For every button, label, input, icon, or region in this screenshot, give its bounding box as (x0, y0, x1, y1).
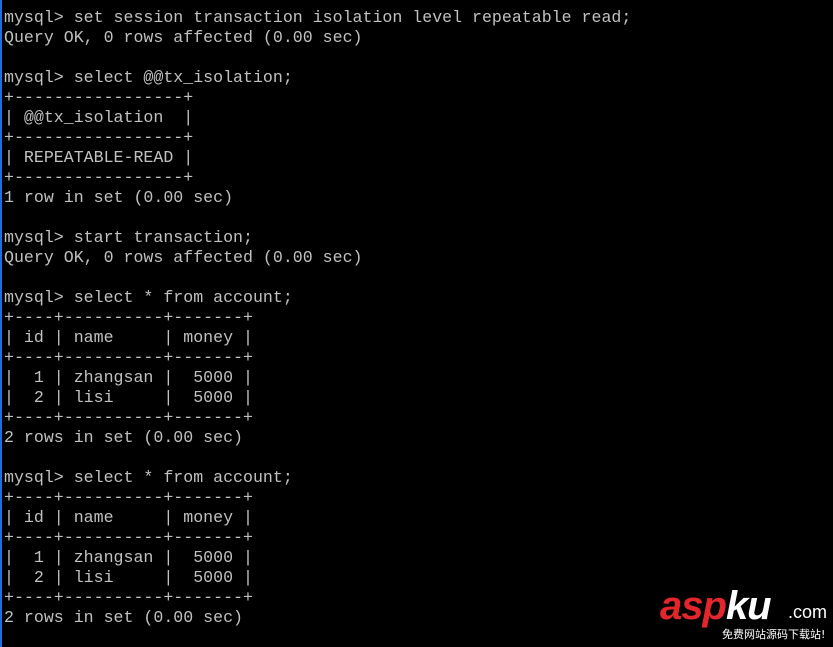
terminal-line: +----+----------+-------+ (4, 308, 253, 327)
terminal-line: +-----------------+ (4, 88, 194, 107)
terminal-output[interactable]: mysql> set session transaction isolation… (4, 8, 631, 628)
terminal-line: +----+----------+-------+ (4, 348, 253, 367)
terminal-line: | @@tx_isolation | (4, 108, 194, 127)
watermark-brand: aspku (660, 584, 772, 629)
terminal-line: | REPEATABLE-READ | (4, 148, 194, 167)
terminal-line: mysql> select * from account; (4, 468, 293, 487)
watermark-brand-white: ku (725, 584, 772, 628)
terminal-line: mysql> select @@tx_isolation; (4, 68, 293, 87)
terminal-line: Query OK, 0 rows affected (0.00 sec) (4, 28, 363, 47)
terminal-line: mysql> select * from account; (4, 288, 293, 307)
terminal-line: +----+----------+-------+ (4, 488, 253, 507)
watermark-logo: aspku .com 免费网站源码下载站! (660, 584, 830, 642)
terminal-line: 1 row in set (0.00 sec) (4, 188, 234, 207)
terminal-line: | 2 | lisi | 5000 | (4, 388, 253, 407)
terminal-line: 2 rows in set (0.00 sec) (4, 428, 243, 447)
terminal-line: +-----------------+ (4, 128, 194, 147)
watermark-brand-red: asp (660, 584, 727, 628)
terminal-line: | id | name | money | (4, 328, 253, 347)
terminal-line: | 1 | zhangsan | 5000 | (4, 548, 253, 567)
terminal-line: Query OK, 0 rows affected (0.00 sec) (4, 248, 363, 267)
terminal-line: +----+----------+-------+ (4, 588, 253, 607)
terminal-line: +----+----------+-------+ (4, 408, 253, 427)
terminal-line: mysql> set session transaction isolation… (4, 8, 632, 27)
terminal-line: | 1 | zhangsan | 5000 | (4, 368, 253, 387)
watermark-tagline: 免费网站源码下载站! (722, 628, 826, 641)
terminal-line: mysql> start transaction; (4, 228, 253, 247)
terminal-line: +-----------------+ (4, 168, 194, 187)
terminal-line: +----+----------+-------+ (4, 528, 253, 547)
terminal-line: | id | name | money | (4, 508, 253, 527)
terminal-line: 2 rows in set (0.00 sec) (4, 608, 243, 627)
watermark-suffix: .com (788, 602, 828, 622)
terminal-line: | 2 | lisi | 5000 | (4, 568, 253, 587)
window-left-edge (0, 0, 2, 647)
